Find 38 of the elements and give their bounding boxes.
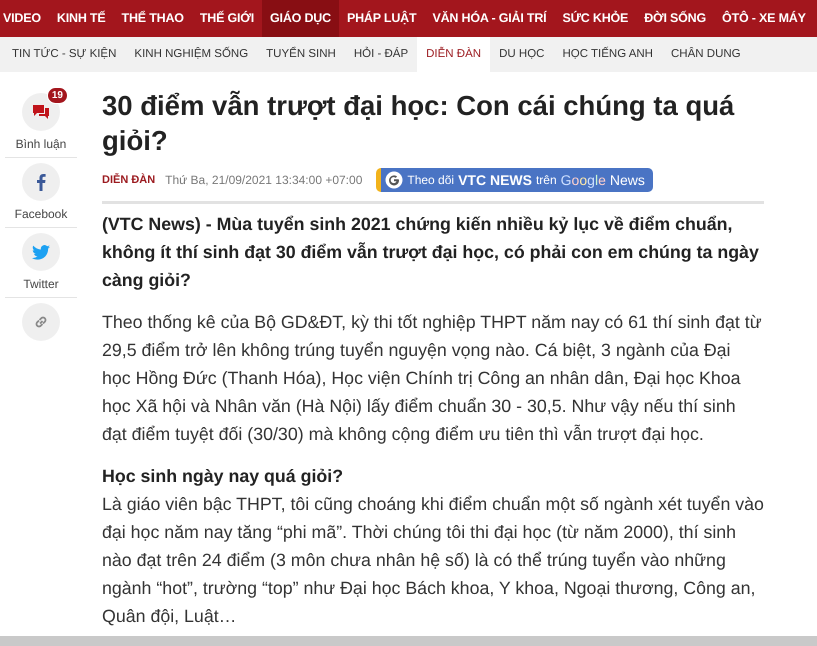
subnav-tab[interactable]: KINH NGHIỆM SỐNG [125,37,258,72]
nav-tab[interactable]: VIDEO [0,0,49,37]
nav-tab[interactable]: THỂ THAO [114,0,192,37]
count-badge: 19 [46,87,68,104]
category-link[interactable]: DIỄN ĐÀN [102,174,156,186]
nav-tab[interactable]: VĂN HÓA - GIẢI TRÍ [424,0,554,37]
chat-icon [32,104,50,120]
link-icon [33,314,49,330]
nav-tab[interactable]: PHÁP LUẬT [338,0,424,37]
share-label: Twitter [23,277,59,291]
share-label: Facebook [14,207,68,221]
lead-paragraph: (VTC News) - Mùa tuyển sinh 2021 chứng kiến nhiều kỷ lục về điểm chuẩn, không ít thí sinh đạt 30 điểm vẫn trượt đại học, có phải con em chúng ta ngày càng giỏi? [102,213,760,292]
subnav-tab[interactable]: DU HỌC [490,37,554,72]
subnav-tab[interactable]: TUYỂN SINH [257,37,345,72]
nav-tab[interactable]: ĐỜI SỐNG [636,0,714,37]
article-title: 30 điểm vẫn trượt đại học: Con cái chúng ta quá giỏi? [102,89,736,158]
follow-button[interactable]: Theo dõi VTC NEWS trên Google News [376,168,653,192]
nav-tab[interactable]: THẾ GIỚI [192,0,262,37]
g-logo-icon [385,171,404,189]
nav-tab[interactable]: ÔTÔ - XE MÁY [714,0,814,37]
twitter-icon [32,244,50,260]
copy-link-button[interactable] [22,303,60,341]
subnav-tab[interactable]: HỌC TIẾNG ANH [553,37,662,72]
facebook-button[interactable] [22,163,60,201]
body-paragraph: Là giáo viên bậc THPT, tôi cũng choáng khi điểm chuẩn một số ngành xét tuyển vào đại học năm nay tăng “phi mã”. Thời chúng tôi thi đại học (từ năm 2000), thí sinh nào đạt trên 24 điểm (3 môn chưa nhân hệ số) là có thể trúng tuyển vào những ngành “hot”, trường “top” như Đại học Bách khoa, Y khoa, Ngoại thương, Công an, Quân đội, Luật… [102,493,764,628]
section-heading: Học sinh ngày nay quá giỏi? [102,465,344,488]
body-paragraph: Theo thống kê của Bộ GD&ĐT, kỳ thi tốt nghiệp THPT năm nay có 61 thí sinh đạt từ 29,5 điểm trở lên không trúng tuyển nguyện vọng nào. Cá biệt, 3 ngành của Đại học Hồng Đức (Thanh Hóa), Học viện Chính trị Công an nhân dân, Đại học Khoa học Xã hội và Nhân văn (Hà Nội) lấy điểm chuẩn 30 - 30,5. Như vậy nếu thí sinh đạt điểm tuyệt đối (30/30) mà không cộng điểm ưu tiên thì vẫn trượt đại học. [102,311,763,446]
nav-tab[interactable]: GIÁO DỤC [262,0,339,37]
nav-tab[interactable]: KINH TẾ [48,0,114,37]
subnav-tab[interactable]: CHÂN DUNG [662,37,750,72]
twitter-button[interactable] [22,233,60,271]
subnav-tab[interactable]: TIN TỨC - SỰ KIỆN [3,37,126,72]
subnav-tab[interactable]: HỎI - ĐÁP [344,37,418,72]
share-label: Bình luận [16,137,66,151]
publish-date: Thứ Ba, 21/09/2021 13:34:00 +07:00 [165,173,362,187]
facebook-icon [36,173,46,191]
nav-tab[interactable]: SỨC KHỎE [554,0,636,37]
subnav-tab[interactable]: DIỄN ĐÀN [417,37,490,72]
